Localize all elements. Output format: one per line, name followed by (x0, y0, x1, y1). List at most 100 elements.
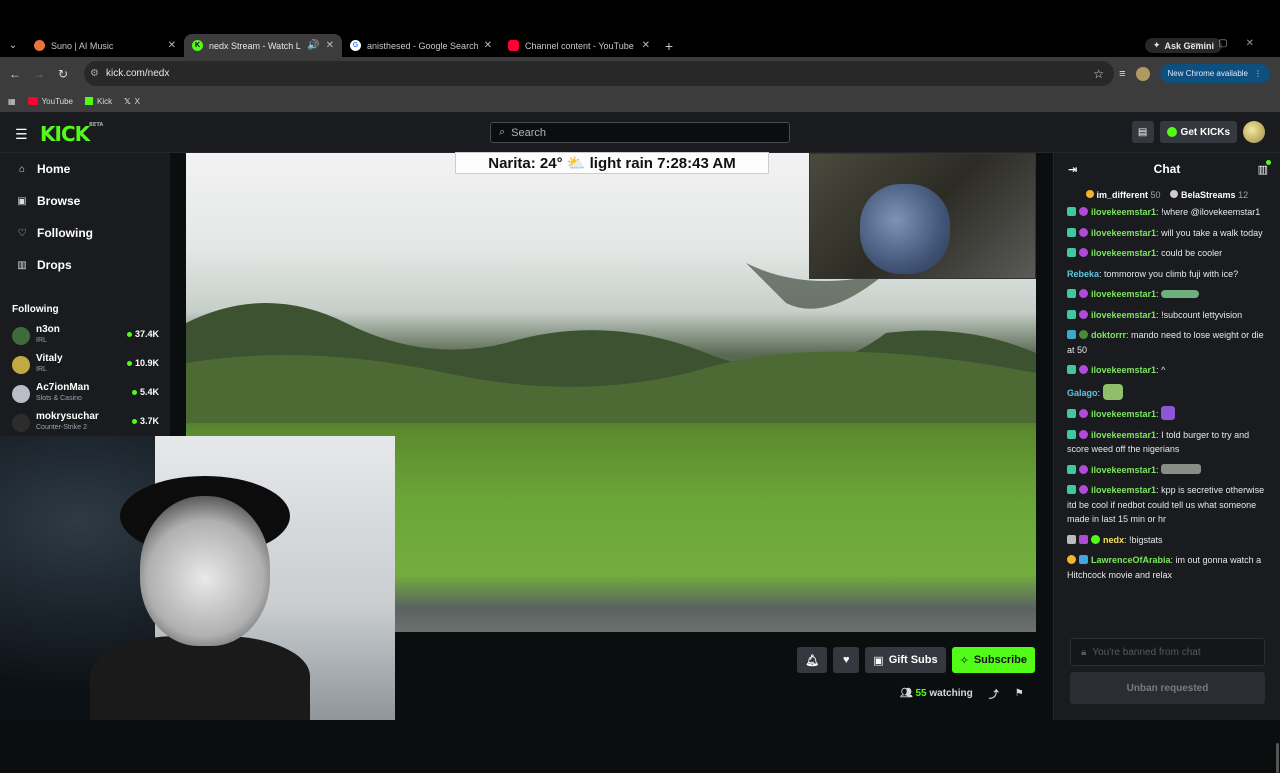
chat-message: LawrenceOfArabia: im out gonna watch a H… (1067, 555, 1262, 580)
tab-search-icon[interactable]: ⌄ (0, 40, 26, 51)
kick-logo[interactable]: KICKBETA (40, 122, 103, 146)
badge-icon (1079, 409, 1088, 418)
sidebar-label: Drops (37, 258, 72, 272)
chat-message: ilovekeemstar1: will you take a walk tod… (1067, 226, 1270, 241)
sidebar-item-drops[interactable]: ▥ Drops (0, 249, 170, 281)
bot-badge-icon (1067, 534, 1076, 544)
sidebar-item-home[interactable]: ⌂ Home (0, 153, 170, 185)
chat-username[interactable]: nedx (1103, 535, 1124, 545)
menu-icon[interactable]: ☰ (15, 126, 28, 143)
bookmark-youtube[interactable]: YouTube (27, 97, 73, 106)
dashboard-icon[interactable]: ▤ (1131, 121, 1154, 143)
chat-username[interactable]: ilovekeemstar1 (1091, 485, 1156, 495)
apps-icon[interactable]: ▦ (8, 97, 16, 106)
chat-message: doktorrr: mando need to lose weight or d… (1067, 330, 1264, 355)
camera-subject (860, 184, 950, 274)
youtube-icon (27, 97, 38, 105)
url-field[interactable]: ⚙ kick.com/nedx ☆ (84, 61, 1114, 86)
get-kicks-label: Get KICKs (1180, 126, 1230, 138)
chat-username[interactable]: ilovekeemstar1 (1091, 289, 1156, 299)
bookmark-star-icon[interactable]: ☆ (1093, 67, 1104, 81)
site-info-icon[interactable]: ⚙ (90, 68, 99, 79)
tab-title: anisthesed - Google Search (367, 40, 478, 51)
tab-title: nedx Stream - Watch Live o (209, 40, 301, 51)
user-avatar[interactable] (1243, 121, 1265, 143)
chat-username[interactable]: ilovekeemstar1 (1091, 207, 1156, 217)
get-kicks-button[interactable]: Get KICKs (1159, 121, 1237, 143)
bookmark-x[interactable]: 𝕏 X (124, 97, 140, 106)
suno-icon (34, 40, 45, 51)
chat-username[interactable]: Rebeka (1067, 269, 1099, 279)
chat-username[interactable]: ilovekeemstar1 (1091, 228, 1156, 238)
followed-channel[interactable]: n3on IRL 37.4K (0, 321, 170, 350)
followed-channel[interactable]: Ac7ionMan Slots & Casino 5.4K (0, 379, 170, 408)
chat-input[interactable]: 🔒︎ You're banned from chat (1070, 638, 1265, 666)
chat-scrollbar[interactable] (1276, 743, 1279, 773)
speaker-icon[interactable]: 🔊 (307, 40, 319, 51)
bookmark-kick[interactable]: Kick (85, 97, 112, 106)
forward-icon[interactable]: → (27, 67, 51, 81)
close-tab-icon[interactable]: ✕ (326, 40, 334, 51)
followed-channel[interactable]: Vitaly IRL 10.9K (0, 350, 170, 379)
following-heading: Following (12, 304, 59, 315)
share-icon[interactable]: ⤴ (989, 686, 999, 701)
chat-username[interactable]: Galago (1067, 388, 1098, 398)
chat-username[interactable]: doktorrr (1091, 330, 1126, 340)
back-icon[interactable]: ← (3, 67, 27, 81)
verified-badge-icon (1091, 534, 1100, 544)
gift-subs-button[interactable]: ▣ Gift Subs (865, 647, 946, 673)
chat-username[interactable]: ilovekeemstar1 (1091, 430, 1156, 440)
close-tab-icon[interactable]: ✕ (642, 40, 650, 51)
sub-badge-icon (1067, 429, 1076, 439)
followed-channel[interactable]: mokrysuchar Counter-Strike 2 3.7K (0, 408, 170, 437)
close-tab-icon[interactable]: ✕ (484, 40, 492, 51)
gifter-count: 12 (1238, 190, 1249, 200)
kicks-coin-icon (1166, 127, 1177, 137)
reading-list-icon[interactable]: ≡ (1119, 68, 1125, 80)
reload-icon[interactable]: ↻ (51, 67, 75, 81)
emote-icon (1161, 290, 1200, 298)
youtube-icon (508, 40, 519, 51)
sidebar-item-browse[interactable]: ▣ Browse (0, 185, 170, 217)
sidebar-item-following[interactable]: ♡ Following (0, 217, 170, 249)
window-controls[interactable]: —▢✕ (1190, 38, 1272, 49)
chat-username[interactable]: ilovekeemstar1 (1091, 465, 1156, 475)
chat-username[interactable]: ilovekeemstar1 (1091, 310, 1156, 320)
chat-username[interactable]: ilovekeemstar1 (1091, 365, 1156, 375)
gifter-name[interactable]: im_different (1096, 190, 1148, 200)
chat-text: will you take a walk today (1161, 227, 1263, 238)
chat-username[interactable]: ilovekeemstar1 (1091, 248, 1156, 258)
follow-button[interactable]: ♥ (833, 647, 860, 673)
chat-username[interactable]: ilovekeemstar1 (1091, 409, 1156, 419)
close-tab-icon[interactable]: ✕ (168, 40, 176, 51)
viewer-stats: 👥︎ 55 watching ⤴ ⚑ (900, 686, 1024, 701)
new-tab-button[interactable]: + (658, 38, 680, 54)
new-chrome-button[interactable]: New Chrome available ⋮ (1159, 64, 1270, 83)
notification-bell-button[interactable]: 🔔︎ (797, 647, 828, 673)
browser-tab[interactable]: Suno | AI Music ✕ (26, 34, 184, 57)
browser-tab[interactable]: G anisthesed - Google Search ✕ (342, 34, 500, 57)
unban-requested-button[interactable]: Unban requested (1070, 672, 1265, 704)
browser-tab[interactable]: Channel content - YouTube Stu ✕ (500, 34, 658, 57)
gifter-name[interactable]: BelaStreams (1181, 190, 1236, 200)
search-icon: ⌕ (499, 126, 506, 138)
report-icon[interactable]: ⚑ (1015, 688, 1024, 699)
sidebar-label: Home (37, 162, 71, 176)
browser-tab-active[interactable]: K nedx Stream - Watch Live o 🔊 ✕ (184, 34, 342, 57)
search-input[interactable]: ⌕ Search (490, 122, 790, 143)
viewer-count: 3.7K (131, 416, 159, 426)
sub-badge-icon (1067, 207, 1076, 216)
stream-info-bar (395, 632, 1052, 720)
sub-badge-icon (1067, 289, 1076, 298)
profile-avatar[interactable] (1135, 66, 1150, 81)
collapse-chat-icon[interactable]: ⇥ (1068, 163, 1077, 176)
live-dot-icon (126, 331, 132, 337)
chat-message: ilovekeemstar1: I told burger to try and… (1067, 429, 1250, 454)
badge-icon (1079, 248, 1088, 257)
chat-username[interactable]: LawrenceOfArabia (1091, 555, 1171, 565)
bookmark-label: Kick (97, 96, 113, 106)
chat-messages: ilovekeemstar1: !where @ilovekeemstar1 i… (1054, 205, 1280, 582)
chat-message: Rebeka: tommorow you climb fuji with ice… (1067, 268, 1239, 279)
star-icon: ✧ (959, 654, 969, 667)
subscribe-button[interactable]: ✧ Subscribe (951, 647, 1035, 673)
